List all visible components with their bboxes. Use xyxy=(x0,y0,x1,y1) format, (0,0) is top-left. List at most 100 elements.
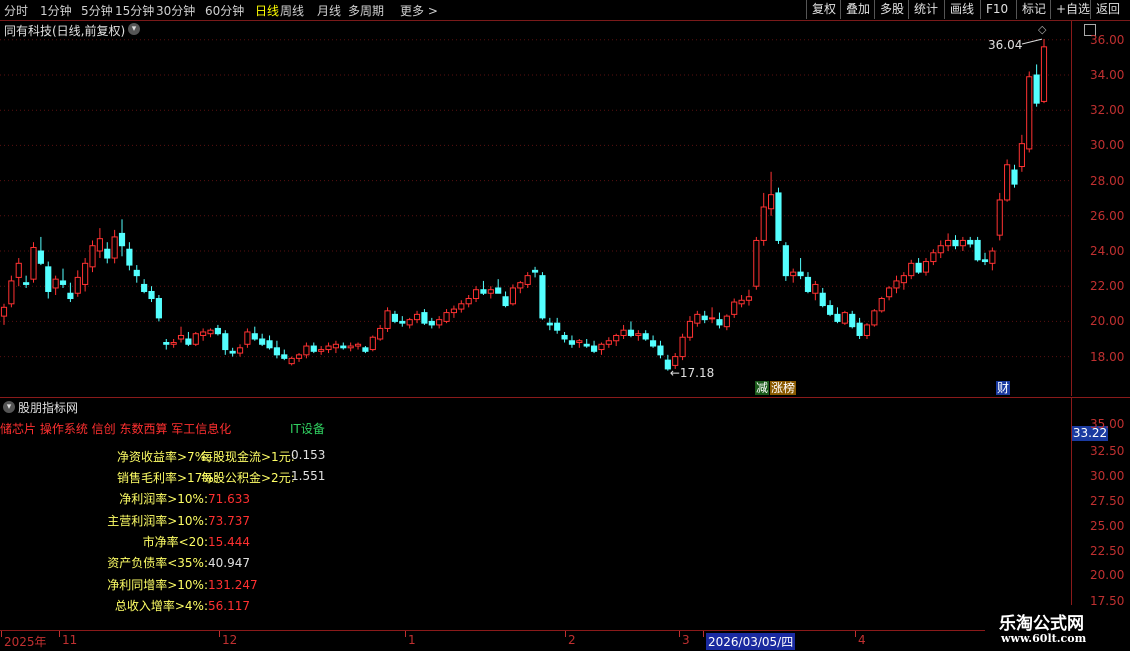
candle-body[interactable] xyxy=(177,334,185,340)
toolbar-button-0[interactable]: 复权 xyxy=(806,0,841,19)
candle-body[interactable] xyxy=(635,333,642,336)
candle-body[interactable] xyxy=(981,259,989,263)
candle-body[interactable] xyxy=(539,275,546,319)
candle-body[interactable] xyxy=(369,336,376,351)
candle-body[interactable] xyxy=(487,289,494,294)
period-tab-1[interactable]: 1分钟 xyxy=(40,2,72,19)
toolbar-button-5[interactable]: F10 xyxy=(980,0,1013,19)
candle-body[interactable] xyxy=(760,206,767,241)
toolbar-button-2[interactable]: 多股 xyxy=(874,0,909,19)
candle-body[interactable] xyxy=(273,347,280,356)
candle-body[interactable] xyxy=(377,327,384,340)
candle-body[interactable] xyxy=(428,320,435,326)
candle-body[interactable] xyxy=(340,345,347,349)
candle-body[interactable] xyxy=(996,199,1003,236)
candle-body[interactable] xyxy=(155,298,162,319)
candle-body[interactable] xyxy=(413,313,421,321)
candle-body[interactable] xyxy=(738,299,745,305)
candle-body[interactable] xyxy=(686,320,694,338)
candle-body[interactable] xyxy=(30,246,37,280)
candle-body[interactable] xyxy=(753,239,760,287)
candle-body[interactable] xyxy=(900,275,907,284)
period-tab-5[interactable]: 60分钟 xyxy=(205,2,244,19)
candle-body[interactable] xyxy=(74,276,81,294)
candle-body[interactable] xyxy=(332,343,339,349)
candle-body[interactable] xyxy=(679,336,686,358)
candle-body[interactable] xyxy=(303,345,310,356)
toolbar-button-6[interactable]: 标记 xyxy=(1016,0,1051,19)
candle-body[interactable] xyxy=(391,313,399,322)
candle-body[interactable] xyxy=(1040,46,1048,102)
candle-body[interactable] xyxy=(1033,74,1040,104)
candle-body[interactable] xyxy=(480,289,487,294)
event-marker[interactable]: 财 xyxy=(997,381,1009,395)
candle-body[interactable] xyxy=(318,349,325,352)
kline-chart[interactable]: 同有科技(日线,前复权) ▾ ◇ 36.04 ←17.18 减涨榜财 xyxy=(0,21,1071,396)
candle-body[interactable] xyxy=(325,345,332,351)
candle-body[interactable] xyxy=(613,334,620,342)
toolbar-button-3[interactable]: 统计 xyxy=(908,0,943,19)
candle-body[interactable] xyxy=(163,342,170,345)
candle-body[interactable] xyxy=(797,271,804,277)
candle-body[interactable] xyxy=(620,329,627,336)
candle-body[interactable] xyxy=(959,239,966,247)
candle-body[interactable] xyxy=(354,343,362,347)
candle-body[interactable] xyxy=(583,343,590,347)
candle-body[interactable] xyxy=(266,340,273,349)
candle-body[interactable] xyxy=(295,354,303,359)
candle-body[interactable] xyxy=(812,283,819,294)
candle-body[interactable] xyxy=(576,340,583,344)
candle-body[interactable] xyxy=(192,333,199,345)
candle-body[interactable] xyxy=(952,239,959,247)
candle-body[interactable] xyxy=(893,280,900,289)
candle-body[interactable] xyxy=(23,282,30,285)
candle-body[interactable] xyxy=(465,298,472,305)
candle-body[interactable] xyxy=(908,262,915,277)
candle-body[interactable] xyxy=(421,312,428,324)
candle-body[interactable] xyxy=(546,322,553,326)
candle-body[interactable] xyxy=(531,269,539,273)
candle-body[interactable] xyxy=(310,345,317,352)
candle-body[interactable] xyxy=(568,340,576,345)
candle-body[interactable] xyxy=(244,331,251,345)
candle-body[interactable] xyxy=(67,292,74,300)
candle-body[interactable] xyxy=(849,313,856,328)
candle-body[interactable] xyxy=(133,269,140,277)
candle-body[interactable] xyxy=(915,262,922,273)
candle-body[interactable] xyxy=(1026,76,1033,150)
candle-body[interactable] xyxy=(0,306,8,317)
candle-body[interactable] xyxy=(214,327,221,335)
candle-body[interactable] xyxy=(207,329,214,335)
candle-body[interactable] xyxy=(251,333,258,340)
candle-body[interactable] xyxy=(937,245,944,254)
candle-body[interactable] xyxy=(804,276,812,292)
candle-body[interactable] xyxy=(930,252,937,263)
candle-body[interactable] xyxy=(886,287,893,298)
candle-body[interactable] xyxy=(52,278,59,289)
candle-body[interactable] xyxy=(709,317,716,320)
candle-body[interactable] xyxy=(989,250,996,264)
candle-body[interactable] xyxy=(731,301,738,315)
candle-body[interactable] xyxy=(672,356,679,366)
candle-body[interactable] xyxy=(458,303,465,310)
candle-body[interactable] xyxy=(694,313,701,324)
candle-body[interactable] xyxy=(878,298,885,312)
period-tab-0[interactable]: 分时 xyxy=(4,2,28,19)
candle-body[interactable] xyxy=(170,342,177,345)
candle-body[interactable] xyxy=(524,275,531,285)
candle-body[interactable] xyxy=(509,287,517,305)
candle-body[interactable] xyxy=(141,283,148,292)
candle-body[interactable] xyxy=(288,357,295,365)
candle-body[interactable] xyxy=(723,315,730,328)
candle-body[interactable] xyxy=(856,322,863,336)
candle-body[interactable] xyxy=(834,313,841,322)
candle-body[interactable] xyxy=(745,296,753,301)
toolbar-button-7[interactable]: +自选 xyxy=(1050,0,1095,19)
candle-body[interactable] xyxy=(111,236,118,259)
candle-body[interactable] xyxy=(96,238,103,252)
period-tab-2[interactable]: 5分钟 xyxy=(81,2,113,19)
period-tab-9[interactable]: 多周期 xyxy=(348,2,384,19)
candle-body[interactable] xyxy=(89,245,96,268)
candle-body[interactable] xyxy=(222,333,229,351)
candle-body[interactable] xyxy=(185,338,192,345)
